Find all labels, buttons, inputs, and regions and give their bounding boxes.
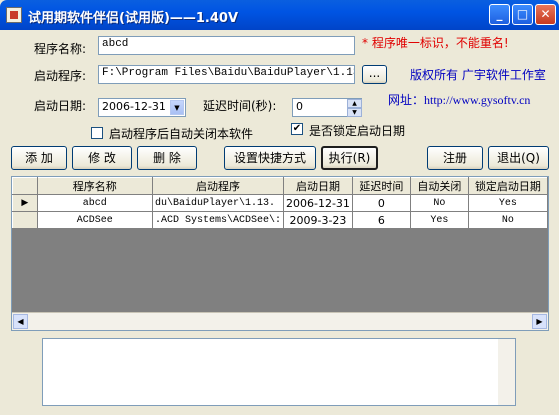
column-header[interactable]: 延迟时间 [351,177,411,195]
window-title: 试用期软件伴侣(试用版)——1.40V [28,11,239,26]
maximize-button[interactable]: □ [512,4,533,25]
table-row[interactable]: ACDSee .ACD Systems\ACDSee\: 2009-3-23 6… [12,211,548,229]
program-path-label: 启动程序: [34,69,87,83]
column-header[interactable]: 程序名称 [36,177,153,195]
column-header[interactable]: 启动日期 [283,177,353,195]
delay-label: 延迟时间(秒): [203,99,277,113]
cell-name[interactable]: ACDSee [36,211,153,229]
program-name-input[interactable]: abcd [98,36,355,55]
stepper-down-icon[interactable]: ▼ [347,108,362,117]
row-header [12,211,38,229]
chevron-down-icon[interactable]: ▼ [170,100,184,115]
column-header[interactable]: 锁定启动日期 [467,177,548,195]
cell-delay[interactable]: 0 [351,194,411,212]
browse-button[interactable]: ... [362,65,387,84]
exit-button[interactable]: 退出(Q) [488,146,549,170]
delete-button[interactable]: 删 除 [137,146,197,170]
notes-textarea[interactable] [42,338,516,406]
start-date-value: 2006-12-31 [102,100,166,113]
main-window: 试用期软件伴侣(试用版)——1.40V _ □ ✕ 程序名称: abcd * 程… [0,0,559,415]
table-row[interactable]: ▶ abcd du\BaiduPlayer\1.13. 2006-12-31 0… [12,194,548,212]
cell-program[interactable]: du\BaiduPlayer\1.13. [151,194,285,212]
column-header[interactable]: 自动关闭 [409,177,469,195]
start-date-picker[interactable]: 2006-12-31 ▼ [98,98,186,117]
cell-lock[interactable]: Yes [467,194,548,212]
cell-date[interactable]: 2006-12-31 [283,194,353,212]
edit-button[interactable]: 修 改 [72,146,132,170]
lock-date-label: 是否锁定启动日期 [309,124,406,138]
start-date-label: 启动日期: [34,99,87,113]
cell-name[interactable]: abcd [36,194,153,212]
cell-auto-close[interactable]: Yes [409,211,469,229]
cell-program[interactable]: .ACD Systems\ACDSee\: [151,211,285,229]
current-row-marker-icon: ▶ [12,194,38,212]
grid-header-row: 程序名称 启动程序 启动日期 延迟时间 自动关闭 锁定启动日期 [12,177,548,195]
vertical-scrollbar[interactable] [498,339,515,405]
program-name-hint: * 程序唯一标识，不能重名! [362,36,509,50]
cell-delay[interactable]: 6 [351,211,411,229]
cell-date[interactable]: 2009-3-23 [283,211,353,229]
stepper-up-icon[interactable]: ▲ [347,99,362,108]
lock-date-checkbox[interactable]: ✔ [291,123,303,135]
program-name-label: 程序名称: [34,42,87,56]
scroll-right-icon[interactable]: ▶ [532,314,547,329]
app-icon [6,7,22,23]
program-path-input[interactable]: F:\Program Files\Baidu\BaiduPlayer\1.13.… [98,65,355,84]
grid-corner [12,177,38,195]
copyright-text: 版权所有 广宇软件工作室 [410,68,546,82]
cell-auto-close[interactable]: No [409,194,469,212]
horizontal-scrollbar[interactable]: ◀ ▶ [12,312,548,330]
register-button[interactable]: 注册 [427,146,483,170]
auto-close-label: 启动程序后自动关闭本软件 [109,127,254,141]
auto-close-checkbox[interactable] [91,127,103,139]
column-header[interactable]: 启动程序 [151,177,285,195]
program-grid[interactable]: 程序名称 启动程序 启动日期 延迟时间 自动关闭 锁定启动日期 ▶ abcd d… [11,176,549,331]
cell-lock[interactable]: No [467,211,548,229]
close-button[interactable]: ✕ [535,4,556,25]
delay-value: 0 [296,100,303,113]
scroll-left-icon[interactable]: ◀ [13,314,28,329]
title-bar[interactable]: 试用期软件伴侣(试用版)——1.40V _ □ ✕ [0,0,559,30]
shortcut-button[interactable]: 设置快捷方式 [224,146,316,170]
add-button[interactable]: 添 加 [11,146,67,170]
run-button[interactable]: 执行(R) [321,146,378,170]
minimize-button[interactable]: _ [489,4,510,25]
website-link[interactable]: 网址：http://www.gysoftv.cn [388,91,530,108]
